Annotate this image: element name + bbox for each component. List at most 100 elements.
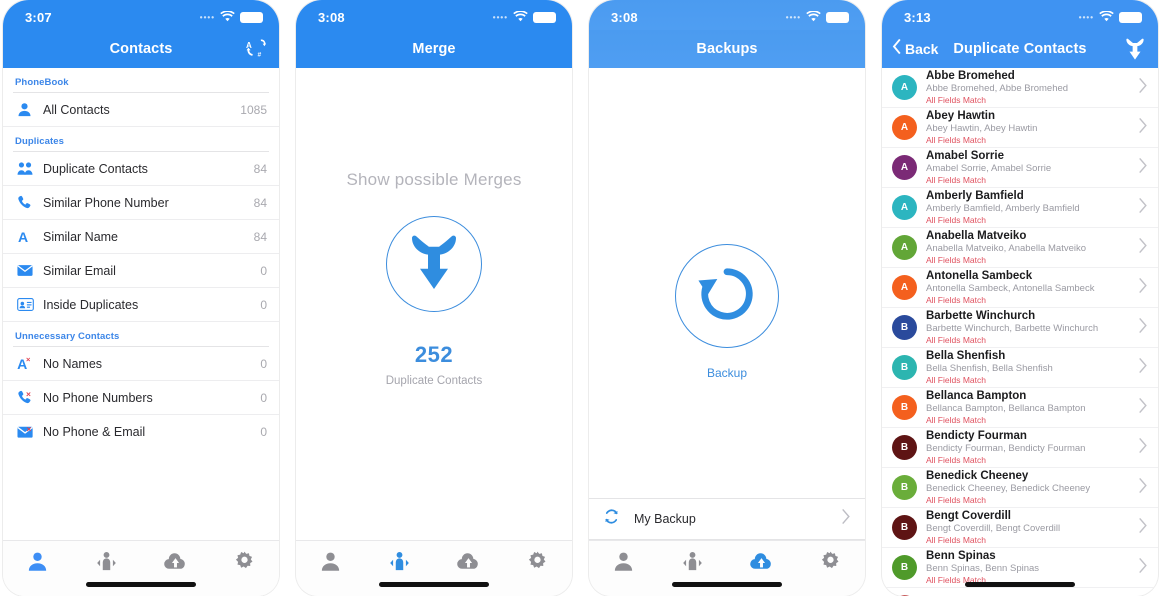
merge-action-button[interactable] (386, 216, 482, 312)
list-item-label: No Names (43, 356, 103, 371)
tab-bar (589, 540, 865, 596)
contact-card-icon (17, 298, 43, 311)
backup-action-button[interactable] (675, 244, 779, 348)
match-status: All Fields Match (926, 494, 986, 505)
sort-az-phone-icon[interactable]: A # (246, 39, 267, 59)
contact-name: Bella Shenfish (926, 349, 1006, 362)
svg-text:×: × (26, 390, 31, 399)
chevron-right-icon (1138, 317, 1148, 339)
list-item-duplicate-contacts[interactable]: Duplicate Contacts 84 (3, 152, 279, 186)
tab-contacts[interactable] (296, 549, 365, 579)
contact-row[interactable]: BBentley Ioannidis (882, 588, 1158, 596)
avatar: B (892, 355, 917, 380)
contact-row[interactable]: B Benedick Cheeney Benedick Cheeney, Bened… (882, 468, 1158, 508)
nav-bar: Back Duplicate Contacts (882, 30, 1158, 68)
contact-duplicates: Barbette Winchurch, Barbette Winchurch (926, 322, 1099, 334)
sync-icon (603, 508, 620, 530)
list-item-no-phone-and-email[interactable]: × No Phone & Email 0 (3, 415, 279, 449)
tab-backups[interactable] (434, 549, 503, 579)
list-item-label: No Phone Numbers (43, 390, 153, 405)
contact-name: Anabella Matveiko (926, 229, 1027, 242)
match-status: All Fields Match (926, 454, 986, 465)
section-header-phonebook: PhoneBook (15, 77, 69, 88)
contact-duplicates: Bengt Coverdill, Bengt Coverdill (926, 522, 1061, 534)
phone-screen-merge: 3:08 •••• Merge Show possible Merges 252… (296, 0, 572, 596)
contact-row[interactable]: A Abbe Bromehed Abbe Bromehed, Abbe Bromeh… (882, 68, 1158, 108)
back-button[interactable]: Back (892, 38, 938, 60)
status-bar: 3:08 •••• (589, 0, 865, 30)
match-status: All Fields Match (926, 534, 986, 545)
list-item-my-backup[interactable]: My Backup (589, 498, 865, 540)
contact-duplicates: Benedick Cheeney, Benedick Cheeney (926, 482, 1091, 494)
list-item-label: Similar Phone Number (43, 195, 169, 210)
list-item-count: 84 (253, 161, 267, 176)
cloud-upload-tab-icon (164, 552, 187, 577)
match-status: All Fields Match (926, 414, 986, 425)
contact-duplicates: Antonella Sambeck, Antonella Sambeck (926, 282, 1095, 294)
duplicate-contacts-list[interactable]: A Abbe Bromehed Abbe Bromehed, Abbe Bromeh… (882, 68, 1158, 596)
tab-backups[interactable] (727, 549, 796, 579)
contact-duplicates: Bendicty Fourman, Bendicty Fourman (926, 442, 1086, 454)
tab-contacts[interactable] (589, 549, 658, 579)
list-item-similar-name[interactable]: A Similar Name 84 (3, 220, 279, 254)
list-item-all-contacts[interactable]: All Contacts 1085 (3, 93, 279, 127)
tab-settings[interactable] (503, 549, 572, 579)
avatar: A (892, 195, 917, 220)
merge-arrow-icon[interactable] (1124, 38, 1146, 60)
status-time: 3:08 (611, 9, 638, 25)
tab-merge[interactable] (72, 549, 141, 579)
page-title: Contacts (109, 41, 173, 57)
contact-row[interactable]: B Bella Shenfish Bella Shenfish, Bella She… (882, 348, 1158, 388)
svg-text:A: A (18, 229, 28, 244)
contact-name: Abbe Bromehed (926, 69, 1015, 82)
contact-row[interactable]: A Anabella Matveiko Anabella Matveiko, Ana… (882, 228, 1158, 268)
phone-icon (17, 195, 43, 210)
avatar: B (892, 395, 917, 420)
list-item-inside-duplicates[interactable]: Inside Duplicates 0 (3, 288, 279, 322)
list-item-count: 0 (260, 297, 267, 312)
list-item-similar-phone-number[interactable]: Similar Phone Number 84 (3, 186, 279, 220)
tab-merge[interactable] (365, 549, 434, 579)
contact-row[interactable]: B Bengt Coverdill Bengt Coverdill, Bengt C… (882, 508, 1158, 548)
person-tab-icon (613, 551, 634, 577)
contact-row[interactable]: A Abey Hawtin Abey Hawtin, Abey Hawtin All … (882, 108, 1158, 148)
list-item-no-names[interactable]: A × No Names 0 (3, 347, 279, 381)
contact-text: Barbette Winchurch Barbette Winchurch, Ba… (926, 310, 1132, 346)
contact-duplicates: Bellanca Bampton, Bellanca Bampton (926, 402, 1086, 414)
contact-name: Benn Spinas (926, 549, 996, 562)
tab-contacts[interactable] (3, 549, 72, 579)
contact-row[interactable]: A Amberly Bamfield Amberly Bamfield, Amber… (882, 188, 1158, 228)
tab-settings[interactable] (210, 549, 279, 579)
contact-row[interactable]: A Antonella Sambeck Antonella Sambeck, Ant… (882, 268, 1158, 308)
contact-name: Abey Hawtin (926, 109, 996, 122)
gear-tab-icon (527, 551, 548, 577)
contact-text: Bendicty Fourman Bendicty Fourman, Bendic… (926, 430, 1132, 466)
tab-backups[interactable] (141, 549, 210, 579)
merge-person-tab-icon (96, 551, 117, 577)
match-status: All Fields Match (926, 294, 986, 305)
list-item-count: 0 (260, 263, 267, 278)
list-item-similar-email[interactable]: Similar Email 0 (3, 254, 279, 288)
list-item-no-phone-numbers[interactable]: × No Phone Numbers 0 (3, 381, 279, 415)
battery-icon (1119, 11, 1142, 23)
contact-row[interactable]: B Bendicty Fourman Bendicty Fourman, Bendi… (882, 428, 1158, 468)
section-header-unnecessary-contacts: Unnecessary Contacts (15, 331, 120, 342)
contact-name: Amabel Sorrie (926, 149, 1004, 162)
section-header-duplicates: Duplicates (15, 136, 65, 147)
avatar: B (892, 555, 917, 580)
contact-row[interactable]: A Amabel Sorrie Amabel Sorrie, Amabel Sorr… (882, 148, 1158, 188)
match-status: All Fields Match (926, 174, 986, 185)
chevron-right-icon (1138, 477, 1148, 499)
contact-row[interactable]: B Barbette Winchurch Barbette Winchurch, B… (882, 308, 1158, 348)
list-item-label: Similar Email (43, 263, 116, 278)
avatar: A (892, 275, 917, 300)
chevron-right-icon (1138, 357, 1148, 379)
person-tab-icon (27, 551, 48, 577)
tab-merge[interactable] (658, 549, 727, 579)
tab-settings[interactable] (796, 549, 865, 579)
match-status: All Fields Match (926, 134, 986, 145)
list-item-label: Inside Duplicates (43, 297, 139, 312)
contact-row[interactable]: B Bellanca Bampton Bellanca Bampton, Bella… (882, 388, 1158, 428)
battery-icon (826, 11, 849, 23)
contact-text: Bella Shenfish Bella Shenfish, Bella Shen… (926, 350, 1132, 386)
